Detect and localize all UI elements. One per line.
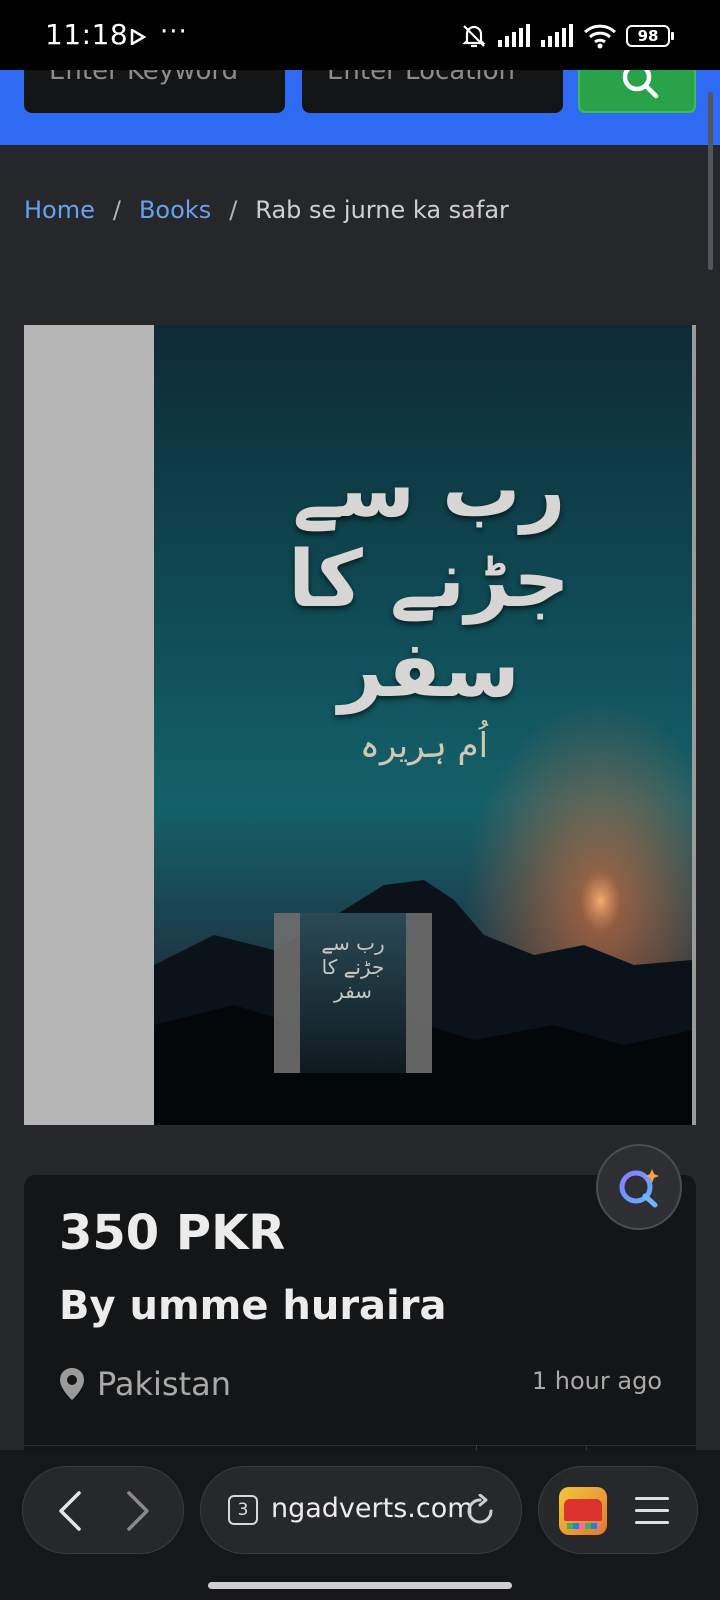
status-icons: 98 bbox=[460, 22, 674, 50]
game-app-icon[interactable] bbox=[559, 1487, 607, 1535]
card-divider bbox=[24, 1445, 696, 1446]
breadcrumb-home-link[interactable]: Home bbox=[24, 196, 95, 224]
thumbnail-nav-left[interactable] bbox=[274, 913, 300, 1073]
battery-indicator: 98 bbox=[626, 25, 674, 47]
tab-count-button[interactable]: 3 bbox=[228, 1495, 258, 1525]
reload-icon[interactable] bbox=[463, 1494, 497, 1528]
listing-details-card: 350 PKR By umme huraira Pakistan 1 hour … bbox=[24, 1175, 696, 1475]
ai-search-icon bbox=[619, 1169, 659, 1208]
location-text: Pakistan bbox=[97, 1365, 231, 1403]
back-icon[interactable] bbox=[55, 1489, 85, 1533]
page: 11:18 ··· 98 Enter Keyword Enter Locatio… bbox=[0, 0, 720, 1600]
url-text[interactable]: ngadverts.com bbox=[271, 1493, 474, 1524]
search-header: Enter Keyword Enter Location bbox=[0, 70, 720, 145]
thumbnail-nav-right[interactable] bbox=[406, 913, 432, 1073]
ai-search-floating-button[interactable] bbox=[596, 1144, 682, 1230]
menu-pill bbox=[538, 1466, 698, 1554]
breadcrumb-current: Rab se jurne ka safar bbox=[255, 196, 509, 224]
thumbnail-preview[interactable]: رب سے جڑنے کا سفر bbox=[300, 913, 406, 1073]
gesture-bar[interactable] bbox=[208, 1582, 512, 1589]
keyword-input[interactable]: Enter Keyword bbox=[24, 70, 285, 113]
location-input[interactable]: Enter Location bbox=[302, 70, 563, 113]
mute-bell-icon bbox=[462, 25, 486, 48]
posted-time: 1 hour ago bbox=[531, 1367, 662, 1395]
book-cover-author: اُم ہریرہ bbox=[359, 726, 489, 766]
wifi-icon bbox=[583, 24, 617, 49]
product-image-gallery[interactable]: رب سے جڑنے کا سفر اُم ہریرہ رب سے جڑنے ک… bbox=[24, 325, 696, 1125]
signal-icon-2 bbox=[541, 24, 573, 47]
forward-icon[interactable] bbox=[123, 1489, 153, 1533]
breadcrumb-separator: / bbox=[112, 196, 121, 224]
gallery-side-panel bbox=[24, 325, 154, 1125]
gallery-edge bbox=[692, 325, 696, 1125]
keyword-placeholder: Enter Keyword bbox=[49, 70, 239, 86]
address-bar[interactable]: 3 ngadverts.com bbox=[200, 1466, 522, 1554]
browser-toolbar: 3 ngadverts.com bbox=[0, 1450, 720, 1600]
signal-icon bbox=[498, 24, 530, 47]
navigation-pill bbox=[22, 1466, 184, 1554]
status-time: 11:18 bbox=[45, 18, 129, 51]
breadcrumb-books-link[interactable]: Books bbox=[139, 196, 211, 224]
listing-author: By umme huraira bbox=[59, 1283, 447, 1329]
location-pin-icon bbox=[60, 1368, 84, 1400]
listing-location: Pakistan bbox=[59, 1365, 231, 1403]
page-scrollbar[interactable] bbox=[708, 92, 713, 270]
book-cover-title: رب سے جڑنے کا سفر bbox=[288, 445, 570, 715]
location-placeholder: Enter Location bbox=[327, 70, 516, 86]
more-notifications-icon: ··· bbox=[160, 17, 188, 47]
status-bar: 11:18 ··· 98 bbox=[0, 0, 720, 70]
search-button[interactable] bbox=[578, 70, 696, 113]
breadcrumb: Home / Books / Rab se jurne ka safar bbox=[24, 196, 509, 224]
listing-price: 350 PKR bbox=[59, 1205, 286, 1261]
play-icon bbox=[130, 29, 146, 45]
search-icon bbox=[622, 70, 659, 99]
breadcrumb-separator: / bbox=[229, 196, 238, 224]
hamburger-menu-icon[interactable] bbox=[635, 1497, 669, 1533]
thumbnail-title: رب سے جڑنے کا سفر bbox=[321, 931, 385, 1003]
